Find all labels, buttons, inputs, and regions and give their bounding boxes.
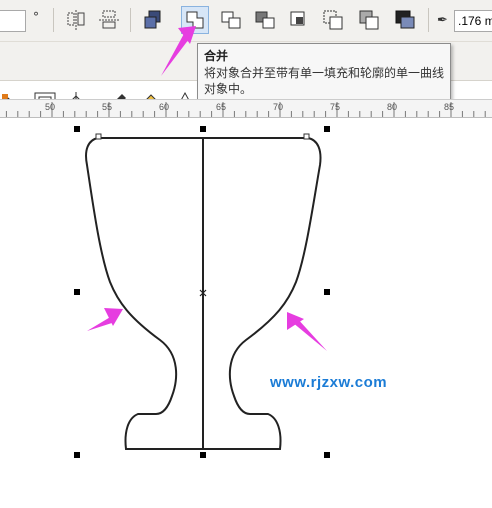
node-top-left[interactable]	[95, 133, 102, 140]
handle-top-right[interactable]	[324, 126, 330, 132]
goblet-left-half[interactable]	[85, 137, 204, 450]
handle-bottom-center[interactable]	[200, 452, 206, 458]
handle-top-left[interactable]	[74, 126, 80, 132]
handle-bottom-right[interactable]	[324, 452, 330, 458]
node-top-right[interactable]	[303, 133, 310, 140]
handle-middle-left[interactable]	[74, 289, 80, 295]
drawing-canvas[interactable]	[0, 0, 492, 508]
arrow-to-combine-button	[161, 26, 196, 76]
handle-top-center[interactable]	[200, 126, 206, 132]
arrow-left-curve	[87, 308, 123, 331]
handle-middle-right[interactable]	[324, 289, 330, 295]
handle-bottom-left[interactable]	[74, 452, 80, 458]
goblet-right-half[interactable]	[202, 137, 322, 450]
arrow-right-curve	[287, 312, 327, 351]
watermark-text: www.rjzxw.com	[270, 374, 388, 391]
